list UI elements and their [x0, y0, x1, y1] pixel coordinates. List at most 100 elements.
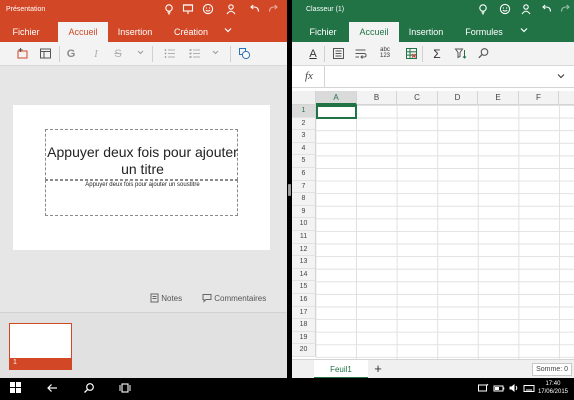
title-placeholder[interactable]: Appuyer deux fois pour ajouter un titre: [45, 129, 238, 180]
chevron-down-icon[interactable]: [208, 47, 222, 61]
lightbulb-icon[interactable]: [162, 3, 176, 17]
undo-icon[interactable]: [540, 3, 554, 17]
table-format-icon[interactable]: [404, 47, 418, 61]
row-header[interactable]: 2: [292, 117, 316, 131]
row-header[interactable]: 3: [292, 130, 316, 143]
start-icon[interactable]: [8, 382, 22, 396]
row-header[interactable]: 5: [292, 155, 316, 168]
number-format-icon[interactable]: abc 123: [376, 47, 394, 61]
bold-icon[interactable]: G: [64, 47, 78, 61]
notes-button[interactable]: Notes: [150, 293, 182, 303]
formula-expand-chevron-icon[interactable]: [556, 71, 566, 83]
ppt-tabs-more-chevron-icon[interactable]: [220, 22, 236, 42]
sum-icon[interactable]: Σ: [430, 47, 444, 61]
strikethrough-icon[interactable]: S: [111, 47, 125, 61]
numbering-icon[interactable]: [187, 47, 201, 61]
column-header[interactable]: C: [397, 91, 438, 105]
xl-tab-fichier[interactable]: Fichier: [302, 22, 344, 42]
ribbon-separator: [324, 46, 325, 62]
subtitle-placeholder[interactable]: Appuyer deux fois pour ajouter un sousti…: [45, 180, 238, 216]
cell-area[interactable]: [316, 105, 574, 359]
present-icon[interactable]: [181, 3, 195, 17]
search-icon[interactable]: [82, 382, 96, 396]
keyboard-icon[interactable]: [522, 382, 536, 396]
ribbon-separator: [422, 46, 423, 62]
row-header[interactable]: 13: [292, 256, 316, 269]
back-icon[interactable]: [45, 382, 59, 396]
ppt-tab-fichier[interactable]: Fichier: [0, 22, 52, 42]
clock-date: 17/06/2015: [537, 389, 568, 395]
select-all-corner[interactable]: [292, 91, 316, 105]
italic-icon[interactable]: I: [89, 47, 103, 61]
lightbulb-icon[interactable]: [476, 3, 490, 17]
smiley-icon[interactable]: [201, 3, 215, 17]
column-header[interactable]: E: [478, 91, 519, 105]
row-header[interactable]: 16: [292, 294, 316, 307]
network-icon[interactable]: [476, 382, 490, 396]
column-header[interactable]: D: [438, 91, 478, 105]
row-header[interactable]: 1: [292, 105, 316, 118]
column-header[interactable]: A: [316, 91, 357, 105]
wrap-text-icon[interactable]: [353, 47, 367, 61]
row-header[interactable]: 10: [292, 218, 316, 231]
redo-icon[interactable]: [558, 3, 572, 17]
row-header[interactable]: 4: [292, 142, 316, 156]
row-header[interactable]: 19: [292, 331, 316, 345]
ppt-ribbon-tabs: Fichier Accueil Insertion Création: [0, 22, 287, 42]
excel-title-bar: Classeur (1): [292, 0, 574, 22]
xl-tabs-more-chevron-icon[interactable]: [516, 22, 532, 42]
row-header[interactable]: 17: [292, 306, 316, 320]
slide-canvas[interactable]: Appuyer deux fois pour ajouter un titre …: [13, 105, 270, 250]
split-view-grip[interactable]: [288, 184, 291, 196]
column-header[interactable]: F: [519, 91, 559, 105]
sort-filter-icon[interactable]: [453, 47, 467, 61]
undo-icon[interactable]: [248, 3, 262, 17]
selected-cell[interactable]: [316, 105, 357, 119]
chevron-down-icon[interactable]: [133, 47, 147, 61]
row-header[interactable]: 7: [292, 180, 316, 194]
font-color-icon[interactable]: A: [306, 47, 320, 61]
bullets-icon[interactable]: [162, 47, 176, 61]
layout-icon[interactable]: [38, 47, 52, 61]
ppt-tab-creation[interactable]: Création: [166, 22, 216, 42]
ppt-tab-accueil[interactable]: Accueil: [58, 22, 108, 42]
battery-icon[interactable]: [492, 382, 506, 396]
excel-window-title: Classeur (1): [306, 6, 345, 13]
column-header[interactable]: B: [357, 91, 397, 105]
row-header[interactable]: 9: [292, 205, 316, 219]
row-header[interactable]: 6: [292, 168, 316, 181]
slide-thumbnail[interactable]: 1: [9, 323, 72, 370]
sheet-tab[interactable]: Feuil1: [314, 360, 368, 379]
xl-tab-accueil[interactable]: Accueil: [349, 22, 399, 42]
row-header[interactable]: 15: [292, 281, 316, 294]
add-sheet-button[interactable]: +: [370, 361, 386, 377]
row-header[interactable]: 20: [292, 344, 316, 357]
clock[interactable]: 17:40 17/06/2015: [538, 380, 568, 396]
row-header[interactable]: 11: [292, 231, 316, 244]
row-header[interactable]: 8: [292, 193, 316, 206]
slide-thumbnail-pane: 1: [0, 312, 287, 378]
row-header[interactable]: 18: [292, 319, 316, 332]
ribbon-separator: [152, 46, 153, 62]
xl-tab-formules[interactable]: Formules: [459, 22, 509, 42]
share-user-icon[interactable]: [224, 3, 238, 17]
row-header[interactable]: 14: [292, 268, 316, 282]
taskbar: 17:40 17/06/2015: [0, 378, 574, 400]
excel-ribbon-tabs: Fichier Accueil Insertion Formules: [292, 22, 574, 42]
task-view-icon[interactable]: [118, 382, 132, 396]
row-header[interactable]: 12: [292, 243, 316, 257]
xl-tab-insertion[interactable]: Insertion: [401, 22, 451, 42]
column-header-partial[interactable]: [559, 91, 574, 105]
fx-icon[interactable]: fx: [305, 70, 313, 82]
new-slide-icon[interactable]: [15, 47, 29, 61]
excel-window: Classeur (1) Fichier Accueil Insertion F…: [292, 0, 574, 379]
smiley-icon[interactable]: [498, 3, 512, 17]
find-icon[interactable]: [476, 47, 490, 61]
volume-icon[interactable]: [507, 382, 521, 396]
align-icon[interactable]: [331, 47, 345, 61]
share-user-icon[interactable]: [519, 3, 533, 17]
comments-button[interactable]: Commentaires: [202, 293, 266, 303]
ppt-tab-insertion[interactable]: Insertion: [110, 22, 160, 42]
shapes-icon[interactable]: [237, 47, 251, 61]
redo-icon[interactable]: [266, 3, 280, 17]
